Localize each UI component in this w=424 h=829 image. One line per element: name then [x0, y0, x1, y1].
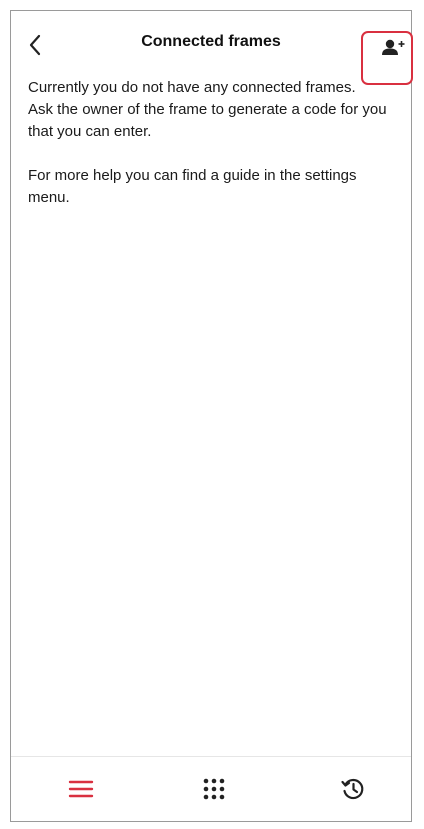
header-bar: Connected frames	[11, 11, 413, 85]
bottom-tab-bar	[11, 757, 411, 821]
phone-screen: Connected frames Currently you do not ha…	[10, 10, 413, 822]
tab-history[interactable]	[333, 769, 373, 809]
no-frames-text: Currently you do not have any connected …	[28, 79, 356, 96]
page-title: Connected frames	[141, 33, 281, 50]
tab-menu[interactable]	[61, 769, 101, 809]
ask-owner-text: Ask the owner of the frame to generate a…	[28, 101, 387, 140]
help-guide-text: For more help you can find a guide in th…	[28, 167, 357, 206]
add-person-icon	[382, 39, 405, 55]
grid-icon	[203, 778, 225, 800]
history-icon	[341, 778, 364, 800]
tab-grid[interactable]	[194, 769, 234, 809]
empty-state-message: Currently you do not have any connected …	[28, 77, 400, 209]
menu-icon	[68, 780, 94, 798]
